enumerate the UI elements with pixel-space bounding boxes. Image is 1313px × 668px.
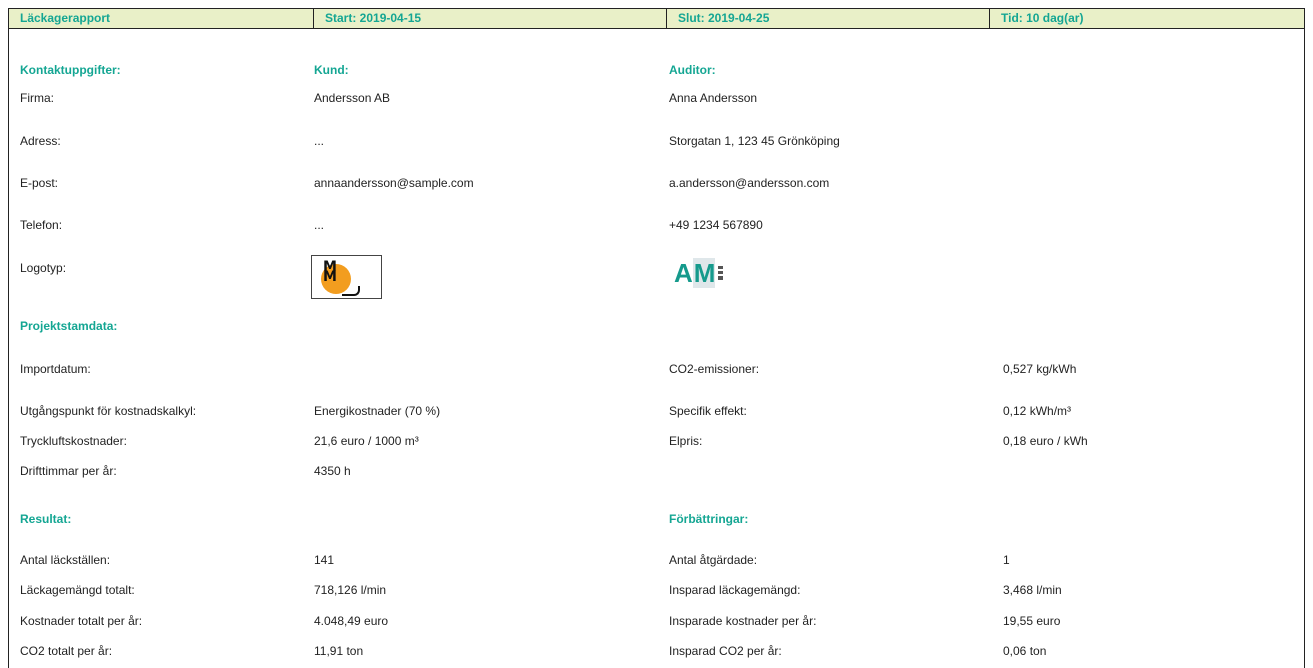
contact-label: Adress: [20, 134, 61, 148]
customer-address: ... [314, 134, 325, 148]
logo-mark: MM [323, 259, 337, 285]
improvements-value: 1 [1003, 553, 1010, 567]
auditor-address: Storgatan 1, 123 45 Grönköping [669, 134, 840, 148]
contact-label: Firma: [20, 91, 54, 105]
auditor-heading: Auditor: [669, 63, 716, 77]
logo-tail [342, 286, 360, 296]
auditor-company: Anna Andersson [669, 91, 758, 105]
report-header: Läckagerapport Start: 2019-04-15 Slut: 2… [8, 8, 1305, 29]
project-value: Energikostnader (70 %) [314, 404, 441, 418]
results-label: Antal läckställen: [20, 553, 111, 567]
results-value: 141 [314, 553, 335, 567]
project-label: Tryckluftskostnader: [20, 434, 127, 448]
project-value: 0,12 kWh/m³ [1003, 404, 1072, 418]
end-date: Slut: 2019-04-25 [667, 8, 990, 29]
contact-label: Logotyp: [20, 261, 67, 275]
project-label: Importdatum: [20, 362, 91, 376]
am-logo-icon: AM [674, 258, 724, 288]
project-heading: Projektstamdata: [20, 319, 118, 333]
project-value: 0,527 kg/kWh [1003, 362, 1077, 376]
results-value: 11,91 ton [314, 644, 364, 658]
start-date: Start: 2019-04-15 [314, 8, 667, 29]
project-label: Utgångspunkt för kostnadskalkyl: [20, 404, 197, 418]
project-value: 4350 h [314, 464, 351, 478]
improvements-value: 19,55 euro [1003, 614, 1061, 628]
results-value: 4.048,49 euro [314, 614, 389, 628]
mm-logo-icon: MM [311, 255, 382, 299]
improvements-label: Insparad läckagemängd: [669, 583, 801, 597]
results-label: Läckagemängd totalt: [20, 583, 135, 597]
project-value: 21,6 euro / 1000 m³ [314, 434, 419, 448]
auditor-email: a.andersson@andersson.com [669, 176, 830, 190]
customer-company: Andersson AB [314, 91, 391, 105]
improvements-label: Antal åtgärdade: [669, 553, 758, 567]
logo-letter-m: M [692, 258, 716, 288]
project-label: Drifttimmar per år: [20, 464, 117, 478]
logo-letter-a: A [674, 258, 693, 288]
improvements-value: 3,468 l/min [1003, 583, 1062, 597]
customer-email: annaandersson@sample.com [314, 176, 474, 190]
results-heading: Resultat: [20, 512, 72, 526]
project-value: 0,18 euro / kWh [1003, 434, 1088, 448]
results-label: CO2 totalt per år: [20, 644, 113, 658]
project-label: Specifik effekt: [669, 404, 747, 418]
contact-label: Telefon: [20, 218, 63, 232]
report-title: Läckagerapport [8, 8, 314, 29]
project-label: Elpris: [669, 434, 703, 448]
auditor-phone: +49 1234 567890 [669, 218, 763, 232]
improvements-heading: Förbättringar: [669, 512, 749, 526]
improvements-label: Insparad CO2 per år: [669, 644, 782, 658]
duration: Tid: 10 dag(ar) [990, 8, 1305, 29]
customer-phone: ... [314, 218, 325, 232]
results-value: 718,126 l/min [314, 583, 387, 597]
contact-heading: Kontaktuppgifter: [20, 63, 121, 77]
customer-heading: Kund: [314, 63, 349, 77]
results-label: Kostnader totalt per år: [20, 614, 143, 628]
page-frame [8, 28, 1305, 668]
project-label: CO2-emissioner: [669, 362, 760, 376]
contact-label: E-post: [20, 176, 59, 190]
logo-dots [718, 266, 724, 280]
improvements-label: Insparade kostnader per år: [669, 614, 817, 628]
improvements-value: 0,06 ton [1003, 644, 1047, 658]
